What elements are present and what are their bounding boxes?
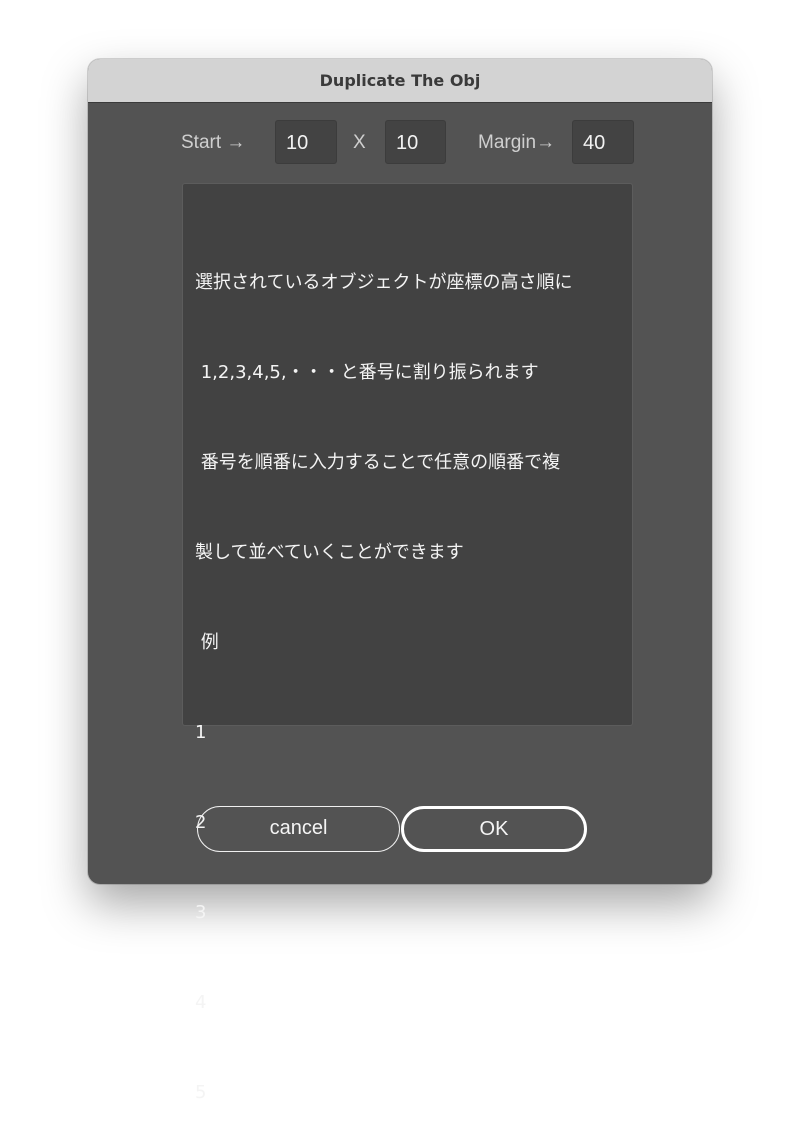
description-line: 製して並べていくことができます bbox=[195, 542, 464, 563]
margin-field[interactable]: 40 bbox=[572, 120, 634, 164]
parameters-row: Start → 10 X 10 Margin→ 40 bbox=[0, 120, 800, 166]
window-title: Duplicate The Obj bbox=[319, 71, 481, 90]
x-label: X bbox=[353, 132, 366, 153]
margin-label: Margin→ bbox=[478, 132, 556, 153]
start-field[interactable]: 10 bbox=[275, 120, 337, 164]
description-line: 3 bbox=[195, 902, 207, 923]
sequence-textarea[interactable]: 選択されているオブジェクトが座標の高さ順に 1,2,3,4,5,・・・と番号に割… bbox=[182, 183, 633, 1103]
title-bar[interactable]: Duplicate The Obj bbox=[88, 59, 712, 103]
description-line: 5 bbox=[195, 1082, 207, 1103]
description-line: 選択されているオブジェクトが座標の高さ順に bbox=[195, 272, 573, 293]
description-line: 1 bbox=[195, 722, 207, 743]
description-line: 4 bbox=[195, 992, 207, 1013]
start-label: Start → bbox=[181, 132, 246, 153]
x-field[interactable]: 10 bbox=[385, 120, 446, 164]
ok-button[interactable]: OK bbox=[401, 806, 587, 852]
description-line: 番号を順番に入力することで任意の順番で複 bbox=[195, 452, 561, 473]
description-line: 1,2,3,4,5,・・・と番号に割り振られます bbox=[195, 362, 539, 383]
cancel-button[interactable]: cancel bbox=[197, 806, 400, 852]
description-line: 例 bbox=[195, 632, 219, 653]
